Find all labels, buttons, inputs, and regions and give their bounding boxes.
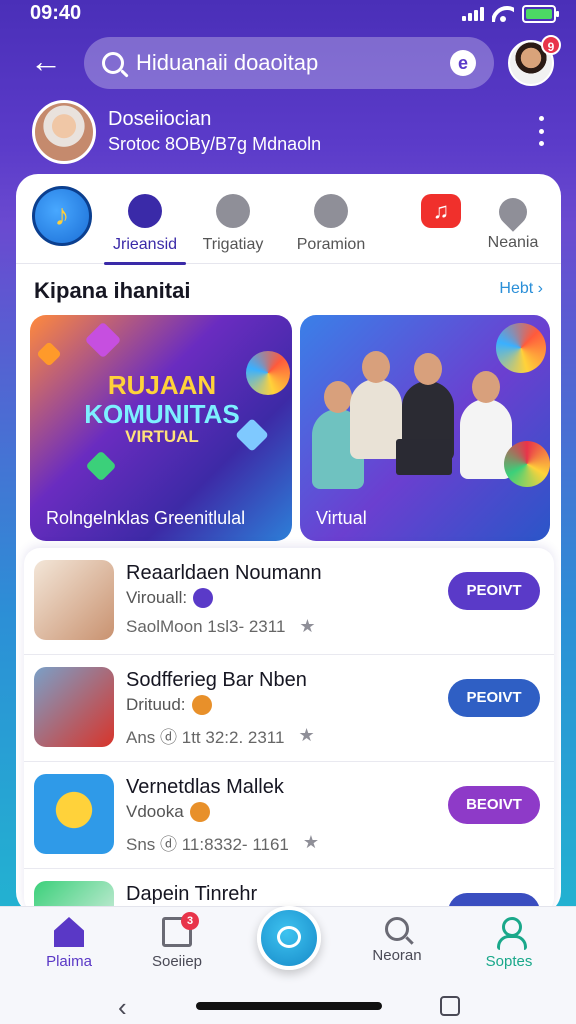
system-back-icon[interactable]: ‹ <box>118 992 127 1023</box>
nav-home[interactable]: Plaima <box>24 917 114 970</box>
music-badge-icon <box>191 695 212 715</box>
home-icon <box>54 917 84 947</box>
banner-headline: RUJAAN KOMUNITAS VIRTUAL <box>84 370 240 447</box>
system-navigation: ‹ <box>0 990 576 1024</box>
item-title: Reaarldaen Noumann <box>126 562 322 584</box>
item-thumbnail <box>34 560 114 640</box>
wifi-icon <box>492 6 514 22</box>
section-title: Kipana ihanitai <box>34 278 191 303</box>
house-icon: 3 <box>162 912 199 947</box>
music-badge-icon <box>193 588 214 608</box>
gem-decoration <box>84 321 122 359</box>
banner-caption: Rolngelnklas Greenitlulal <box>46 508 246 528</box>
main-card: ♪ Jrieansid Trigatiay Poramion ♫ Neania … <box>16 174 561 914</box>
item-action-button[interactable]: PEOIVT <box>448 572 540 610</box>
tab-poramion[interactable]: Poramion <box>286 188 376 254</box>
item-title: Dapein Tinrehr <box>126 883 258 905</box>
nav-search[interactable]: Neoran <box>352 917 442 964</box>
item-thumbnail <box>34 774 114 854</box>
tab-bar: ♪ Jrieansid Trigatiay Poramion ♫ Neania <box>16 174 561 265</box>
chat-fab-button[interactable] <box>257 906 321 970</box>
content-list: Reaarldaen Noumann Virouall: SaolMoon 1s… <box>24 548 554 914</box>
item-title: Vernetdlas Mallek <box>126 776 284 798</box>
list-item[interactable]: Vernetdlas Mallek Vdooka Sns ⓓ 11:8332- … <box>24 762 554 869</box>
profile-icon <box>314 194 348 228</box>
profile-name: Doseiiocian <box>108 108 212 130</box>
item-title: Sodfferieg Bar Nben <box>126 669 307 691</box>
item-subtitle: Vdooka <box>126 802 210 822</box>
item-action-button[interactable]: PEOIVT <box>448 679 540 717</box>
item-thumbnail <box>34 667 114 747</box>
search-bar[interactable]: e <box>84 37 494 89</box>
star-icon: ★ <box>302 832 320 852</box>
system-recents-icon[interactable] <box>440 996 460 1016</box>
list-item[interactable]: Reaarldaen Noumann Virouall: SaolMoon 1s… <box>24 548 554 655</box>
notification-badge: 9 <box>541 35 561 55</box>
signal-icon <box>462 7 484 21</box>
search-icon <box>385 917 409 941</box>
search-icon <box>102 52 124 74</box>
nav-badge: 3 <box>181 912 199 930</box>
person-add-icon <box>128 194 162 228</box>
more-options-icon[interactable] <box>532 116 550 146</box>
user-icon <box>494 917 527 950</box>
coin-badge-icon <box>189 802 210 822</box>
search-input[interactable] <box>136 50 450 76</box>
banner-virtual[interactable]: Virtual <box>300 315 550 541</box>
status-time: 09:40 <box>30 2 82 24</box>
status-icons <box>462 5 559 23</box>
system-home-pill[interactable] <box>196 1002 382 1010</box>
profile-subtitle: Srotoc 8OBy/B7g Mdnaoln <box>108 134 322 154</box>
location-pin-icon <box>493 192 533 232</box>
chat-bubble-icon <box>277 926 301 948</box>
star-icon: ★ <box>298 725 315 745</box>
item-action-button[interactable]: BEOIVT <box>448 786 540 824</box>
music-icon: ♫ <box>421 194 461 228</box>
tab-neania[interactable]: Neania <box>468 188 558 252</box>
gem-decoration <box>36 341 62 367</box>
nav-profile[interactable]: Soptes <box>464 917 554 970</box>
star-icon: ★ <box>299 616 316 636</box>
list-item[interactable]: Sodfferieg Bar Nben Drituud: Ans ⓓ 1tt 3… <box>24 655 554 762</box>
item-meta: Ans ⓓ 1tt 32:2. 2311 ★ <box>126 725 315 747</box>
item-meta: Sns ⓓ 11:8332- 1161 ★ <box>126 832 320 854</box>
music-chat-app-icon[interactable]: ♪ <box>32 186 92 246</box>
banner-caption: Virtual <box>316 508 367 528</box>
profile-avatar[interactable] <box>32 100 96 164</box>
banner-virtual-community[interactable]: RUJAAN KOMUNITAS VIRTUAL Rolngelnklas Gr… <box>30 315 292 541</box>
ring-decoration <box>504 441 550 487</box>
item-meta: SaolMoon 1sl3- 2311 ★ <box>126 616 316 636</box>
nav-social[interactable]: 3 Soeiiep <box>132 912 222 970</box>
voice-search-icon[interactable]: e <box>450 50 476 76</box>
status-bar: 09:40 <box>0 0 576 28</box>
see-all-link[interactable]: Hebt › <box>499 280 543 298</box>
item-subtitle: Drituud: <box>126 695 212 715</box>
tab-trigatiay[interactable]: Trigatiay <box>188 188 278 254</box>
mask-icon <box>216 194 250 228</box>
battery-icon <box>522 5 559 23</box>
gem-decoration <box>85 450 117 482</box>
back-arrow-icon[interactable]: ← <box>30 44 64 78</box>
item-subtitle: Virouall: <box>126 588 214 608</box>
tab-jrieansid[interactable]: Jrieansid <box>100 188 190 265</box>
